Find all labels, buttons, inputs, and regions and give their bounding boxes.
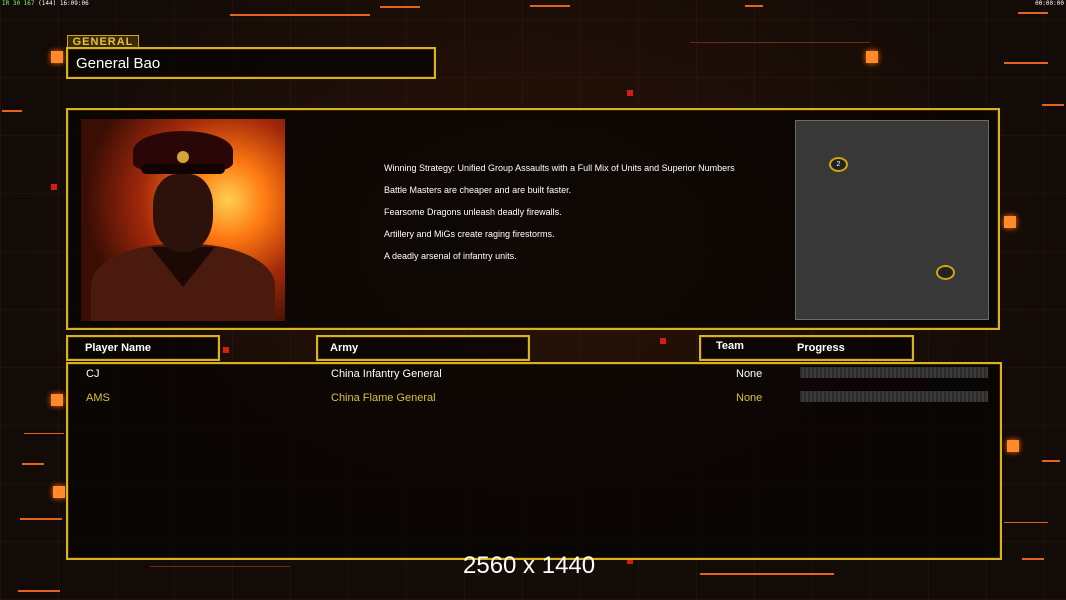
resolution-overlay: 2560 x 1440 (463, 552, 596, 579)
player-army: China Flame General (331, 392, 436, 404)
deco-square (1004, 216, 1016, 228)
deco-line (150, 566, 290, 567)
players-panel: CJ China Infantry General None AMS China Fla… (66, 362, 1002, 560)
perk-line: Fearsome Dragons unleash deadly firewall… (384, 207, 562, 217)
perk-line: Artillery and MiGs create raging firesto… (384, 229, 555, 239)
player-row[interactable]: AMS China Flame General None (68, 388, 1000, 408)
strategy-line: Winning Strategy: Unified Group Assaults… (384, 163, 735, 173)
general-description: Winning Strategy: Unified Group Assaults… (384, 163, 744, 273)
deco-square (627, 90, 633, 96)
deco-line (1042, 104, 1064, 106)
deco-line (745, 5, 763, 7)
deco-square (866, 51, 878, 63)
hud-clock-left: 16:09:06 (59, 0, 89, 7)
player-progress-bar (800, 367, 988, 378)
deco-square (51, 394, 63, 406)
deco-line (230, 14, 370, 16)
header-army: Army (316, 335, 530, 361)
deco-line (1022, 558, 1044, 560)
start-position-marker[interactable]: 2 (829, 157, 848, 172)
player-name: AMS (86, 392, 110, 404)
player-team: None (736, 392, 763, 404)
portrait-face (153, 174, 213, 252)
player-row[interactable]: CJ China Infantry General None (68, 364, 1000, 384)
header-team-label: Team (716, 340, 744, 352)
player-progress-bar (800, 391, 988, 402)
player-team: None (736, 368, 763, 380)
perk-line: Battle Masters are cheaper and are built… (384, 185, 572, 195)
deco-line (530, 5, 570, 7)
deco-line (18, 590, 60, 592)
deco-line (20, 518, 62, 520)
general-info-panel: Winning Strategy: Unified Group Assaults… (66, 108, 1000, 330)
perk-line: A deadly arsenal of infantry units. (384, 251, 517, 261)
deco-line (2, 110, 22, 112)
header-team-progress: Team Progress (699, 335, 914, 361)
header-player-name: Player Name (66, 335, 220, 361)
hud-clock-right: 00:00:00 (1035, 0, 1064, 7)
deco-line (380, 6, 420, 8)
deco-square (660, 338, 666, 344)
map-preview[interactable]: 2 (795, 120, 989, 320)
deco-square (51, 184, 57, 190)
portrait-cap-badge (177, 151, 189, 163)
deco-line (1042, 460, 1060, 462)
deco-square (51, 51, 63, 63)
general-name-box: General Bao (66, 47, 436, 79)
hud-stats-green: IR 30 167 (2, 0, 35, 7)
player-army: China Infantry General (331, 368, 442, 380)
portrait-cap-brim (141, 164, 225, 174)
deco-line (1004, 62, 1048, 64)
header-progress-label: Progress (797, 342, 845, 354)
start-position-marker[interactable] (936, 265, 955, 280)
deco-square (1007, 440, 1019, 452)
deco-line (690, 42, 870, 43)
general-name: General Bao (76, 55, 161, 72)
deco-line (1018, 12, 1048, 14)
hud-stats-grey: (144) (38, 0, 57, 7)
deco-line (1004, 522, 1048, 523)
header-army-label: Army (330, 342, 359, 354)
deco-square (53, 486, 65, 498)
deco-line (22, 463, 44, 465)
player-name: CJ (86, 368, 100, 380)
deco-square (223, 347, 229, 353)
deco-line (700, 573, 834, 575)
deco-line (24, 433, 64, 434)
general-portrait (81, 119, 285, 321)
hud-stats: IR 30 167 (144) 16:09:06 (2, 0, 89, 7)
header-player-name-label: Player Name (85, 342, 152, 354)
